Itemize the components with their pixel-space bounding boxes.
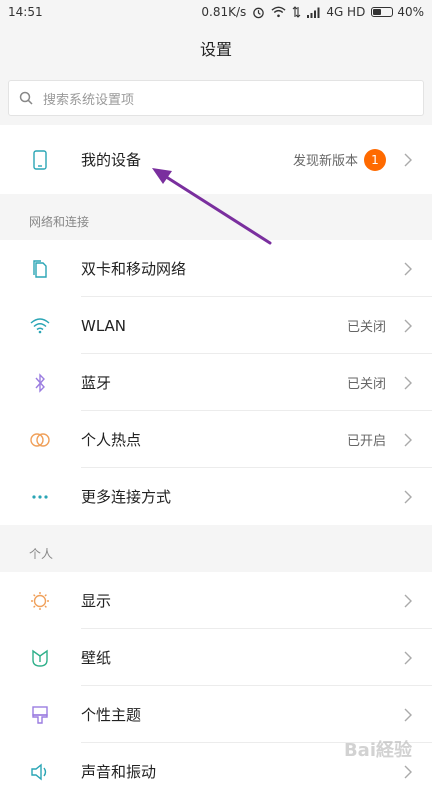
- list-item-display[interactable]: 显示: [0, 572, 432, 629]
- list-item-wallpaper[interactable]: 壁纸: [0, 629, 432, 686]
- network-speed: 0.81K/s: [201, 5, 247, 19]
- list-item-more-connections[interactable]: 更多连接方式: [0, 468, 432, 525]
- list-item-label: 声音和振动: [81, 763, 157, 781]
- hotspot-icon: [29, 429, 51, 451]
- status-indicators: 0.81K/s 4G HD 40%: [201, 5, 424, 19]
- list-item-label: 壁纸: [81, 649, 112, 667]
- section-title-network: 网络和连接: [29, 215, 90, 229]
- my-device-row[interactable]: 我的设备 发现新版本 1: [0, 125, 432, 194]
- list-item-value: 已开启: [346, 434, 386, 449]
- status-bar: 14:51 0.81K/s 4G HD 40%: [0, 0, 432, 24]
- my-device-update-text: 发现新版本: [292, 154, 358, 169]
- list-item-label: 个性主题: [81, 706, 142, 724]
- chevron-right-icon: [404, 433, 412, 446]
- list-item-wlan[interactable]: WLAN 已关闭: [0, 297, 432, 354]
- list-item-hotspot[interactable]: 个人热点 已开启: [0, 411, 432, 468]
- sun-icon: [29, 590, 51, 612]
- chevron-right-icon: [404, 708, 412, 721]
- alarm-icon: [253, 7, 265, 18]
- data-transfer-icon: [292, 6, 301, 18]
- list-item-theme[interactable]: 个性主题: [0, 686, 432, 743]
- personal-card: 显示 壁纸 个性主题 声音和振动: [0, 572, 432, 800]
- more-dots-icon: [29, 486, 51, 508]
- battery-percent: 40%: [397, 5, 424, 19]
- search-input[interactable]: 搜索系统设置项: [8, 80, 424, 116]
- list-item-label: 蓝牙: [81, 374, 112, 392]
- chevron-right-icon: [404, 490, 412, 503]
- page-title-bar: 设置: [0, 24, 432, 72]
- search-area: 搜索系统设置项: [0, 72, 432, 124]
- list-item-label: 显示: [81, 592, 112, 610]
- section-title-personal: 个人: [29, 547, 54, 561]
- chevron-right-icon: [404, 765, 412, 778]
- watermark: Bai経验: [343, 740, 412, 761]
- chevron-right-icon: [404, 651, 412, 664]
- status-time: 14:51: [8, 5, 43, 19]
- list-item-label: 个人热点: [81, 431, 142, 449]
- my-device-label: 我的设备: [81, 151, 142, 169]
- my-device-card: 我的设备 发现新版本 1: [0, 125, 432, 194]
- search-placeholder: 搜索系统设置项: [43, 92, 135, 108]
- search-icon: [19, 91, 33, 105]
- page-title: 设置: [199, 40, 232, 59]
- wifi-icon: [29, 315, 51, 337]
- sim-card-icon: [29, 258, 51, 280]
- phone-icon: [29, 149, 51, 171]
- battery-indicator: 40%: [371, 5, 424, 19]
- list-item-dual-sim[interactable]: 双卡和移动网络: [0, 240, 432, 297]
- list-item-label: WLAN: [81, 316, 127, 335]
- theme-brush-icon: [29, 704, 51, 726]
- chevron-right-icon: [404, 262, 412, 275]
- signal-icon: [307, 7, 320, 18]
- list-item-bluetooth[interactable]: 蓝牙 已关闭: [0, 354, 432, 411]
- bluetooth-icon: [29, 372, 51, 394]
- update-badge: 1: [364, 148, 386, 171]
- list-item-label: 更多连接方式: [81, 488, 172, 506]
- wallpaper-icon: [29, 647, 51, 669]
- network-type: 4G HD: [326, 5, 366, 19]
- chevron-right-icon: [404, 319, 412, 332]
- battery-icon: [371, 7, 394, 17]
- chevron-right-icon: [404, 153, 412, 166]
- list-item-value: 已关闭: [346, 377, 386, 392]
- list-item-label: 双卡和移动网络: [81, 260, 187, 278]
- chevron-right-icon: [404, 376, 412, 389]
- chevron-right-icon: [404, 594, 412, 607]
- wifi-status-icon: [271, 6, 286, 18]
- list-item-value: 已关闭: [346, 320, 386, 335]
- sound-icon: [29, 761, 51, 783]
- network-card: 双卡和移动网络 WLAN 已关闭 蓝牙 已关闭 个人热点 已开启 更多连接方式: [0, 240, 432, 525]
